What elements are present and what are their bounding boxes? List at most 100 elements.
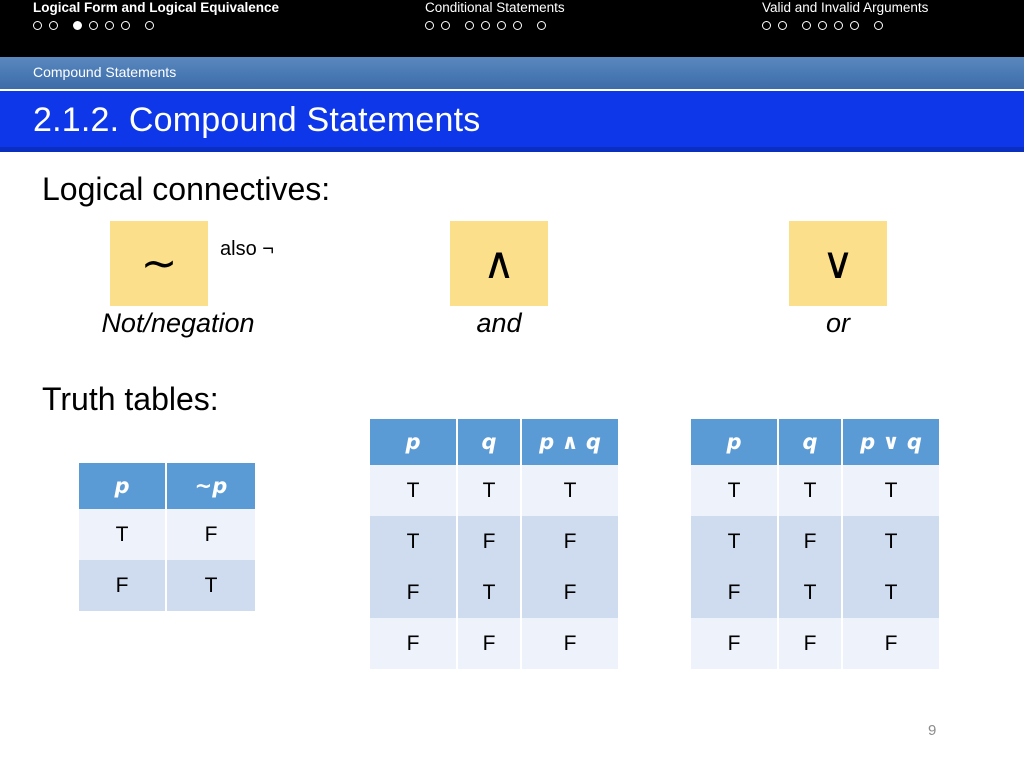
cell-q: T [456, 465, 521, 516]
progress-dot[interactable] [441, 21, 450, 30]
nav-section-valid-invalid-arguments[interactable]: Valid and Invalid Arguments [762, 0, 928, 57]
cell-result: F [520, 618, 618, 669]
section-band: Compound Statements [0, 57, 1024, 89]
slide-number: 9 [928, 722, 937, 739]
cell-result: F [520, 567, 618, 618]
cell-result: T [841, 516, 939, 567]
column-header-q: q [456, 419, 521, 465]
cell-p: T [370, 465, 457, 516]
column-header-q: q [777, 419, 842, 465]
heading-truth-tables: Truth tables: [42, 381, 219, 417]
heading-logical-connectives: Logical connectives: [42, 171, 331, 207]
cell-p: F [370, 567, 457, 618]
progress-dot[interactable] [874, 21, 883, 30]
cell-p: F [691, 567, 778, 618]
cell-not-p: F [165, 509, 255, 560]
cell-q: F [777, 516, 842, 567]
table-row: F F F [370, 618, 618, 669]
column-header-not-p: ~p [165, 463, 255, 509]
truth-table-conjunction: p q p ∧ q T T T T F F F T F F F F [370, 419, 618, 669]
connective-box-or: ∨ [789, 221, 887, 306]
table-header-row: p q p ∧ q [370, 419, 618, 465]
column-header-p: p [79, 463, 166, 509]
cell-p: T [691, 465, 778, 516]
progress-dot[interactable] [33, 21, 42, 30]
cell-result: F [520, 516, 618, 567]
cell-result: F [841, 618, 939, 669]
progress-dot[interactable] [121, 21, 130, 30]
cell-result: T [841, 465, 939, 516]
column-header-p-or-q: p ∨ q [841, 419, 939, 465]
column-header-p: p [370, 419, 457, 465]
nav-section-title: Logical Form and Logical Equivalence [33, 0, 280, 15]
cell-q: F [456, 618, 521, 669]
cell-result: T [520, 465, 618, 516]
nav-progress-dots [33, 21, 279, 30]
connective-label-or: or [825, 308, 850, 338]
progress-dot[interactable] [778, 21, 787, 30]
table-row: T T T [691, 465, 939, 516]
and-symbol: ∧ [482, 238, 516, 289]
slide-title-band: 2.1.2. Compound Statements [0, 91, 1024, 152]
progress-dot[interactable] [481, 21, 490, 30]
column-header-p-and-q: p ∧ q [520, 419, 618, 465]
table-row: F T [79, 560, 255, 611]
cell-p: T [691, 516, 778, 567]
nav-section-title: Conditional Statements [425, 0, 565, 15]
progress-dot[interactable] [497, 21, 506, 30]
progress-dot[interactable] [425, 21, 434, 30]
or-symbol: ∨ [821, 238, 855, 289]
cell-q: T [456, 567, 521, 618]
progress-dot[interactable] [145, 21, 154, 30]
cell-not-p: T [165, 560, 255, 611]
progress-dot-active[interactable] [73, 21, 82, 30]
table-row: F T F [370, 567, 618, 618]
table-row: T F T [691, 516, 939, 567]
cell-q: F [456, 516, 521, 567]
progress-dot[interactable] [49, 21, 58, 30]
cell-p: T [370, 516, 457, 567]
table-row: F F F [691, 618, 939, 669]
section-band-label: Compound Statements [33, 64, 177, 80]
progress-dot[interactable] [465, 21, 474, 30]
nav-section-conditional-statements[interactable]: Conditional Statements [425, 0, 565, 57]
cell-p: T [79, 509, 166, 560]
nav-section-logical-form[interactable]: Logical Form and Logical Equivalence [33, 0, 279, 57]
cell-q: T [777, 465, 842, 516]
table-row: T T T [370, 465, 618, 516]
connective-label-negation: Not/negation [101, 308, 255, 338]
progress-dot[interactable] [762, 21, 771, 30]
negation-symbol: ~ [140, 238, 178, 289]
cell-q: F [777, 618, 842, 669]
cell-p: F [79, 560, 166, 611]
table-header-row: p q p ∨ q [691, 419, 939, 465]
cell-result: T [841, 567, 939, 618]
progress-dot[interactable] [834, 21, 843, 30]
table-row: T F [79, 509, 255, 560]
progress-dot[interactable] [818, 21, 827, 30]
table-row: F T T [691, 567, 939, 618]
top-navigation-bar: Logical Form and Logical Equivalence Con… [0, 0, 1024, 57]
progress-dot[interactable] [513, 21, 522, 30]
table-row: T F F [370, 516, 618, 567]
nav-progress-dots [425, 21, 565, 30]
progress-dot[interactable] [89, 21, 98, 30]
cell-q: T [777, 567, 842, 618]
connective-box-negation: ~ [110, 221, 208, 306]
nav-progress-dots [762, 21, 928, 30]
column-header-p: p [691, 419, 778, 465]
progress-dot[interactable] [537, 21, 546, 30]
connective-box-and: ∧ [450, 221, 548, 306]
nav-section-title: Valid and Invalid Arguments [762, 0, 929, 15]
progress-dot[interactable] [850, 21, 859, 30]
cell-p: F [370, 618, 457, 669]
progress-dot[interactable] [105, 21, 114, 30]
truth-table-negation: p ~p T F F T [79, 463, 255, 611]
connective-label-and: and [476, 308, 522, 338]
page-title: 2.1.2. Compound Statements [33, 101, 481, 139]
also-negation-notation: also ¬ [220, 238, 274, 260]
progress-dot[interactable] [802, 21, 811, 30]
title-underline [0, 147, 1024, 152]
cell-p: F [691, 618, 778, 669]
table-header-row: p ~p [79, 463, 255, 509]
